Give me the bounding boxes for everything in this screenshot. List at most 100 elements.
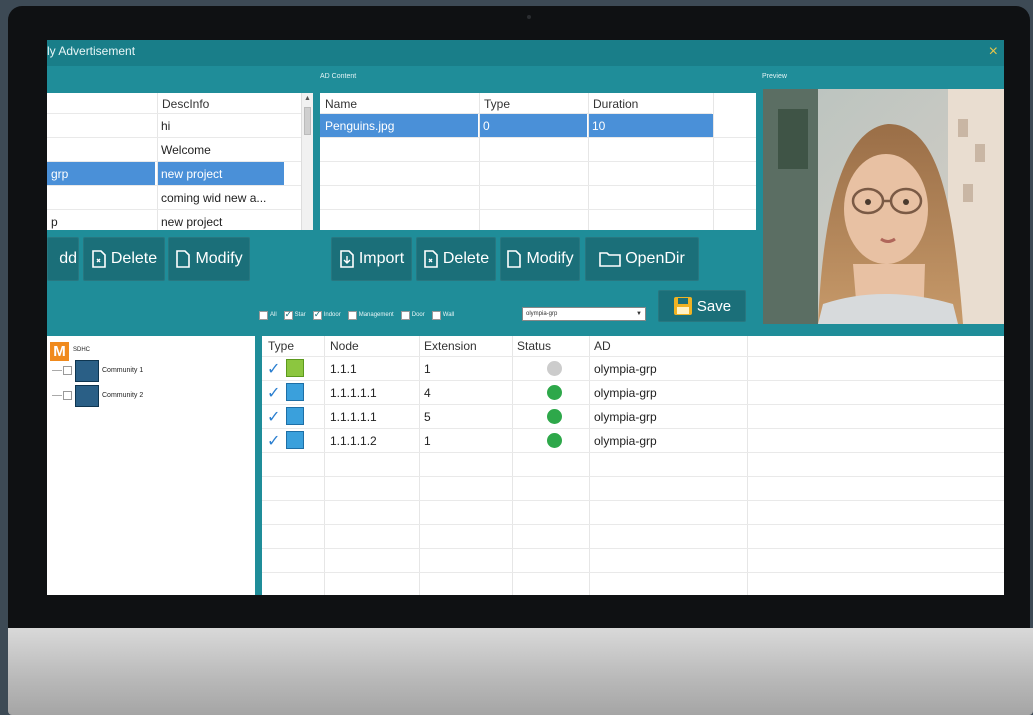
indoor-monitor-icon	[286, 431, 304, 449]
group-select-value: olympia-grp	[526, 311, 558, 317]
filter-door[interactable]: Door	[400, 310, 425, 320]
project-list-scrollbar[interactable]: ▲	[301, 93, 313, 230]
camera-dot	[527, 15, 531, 19]
status-offline-dot	[547, 361, 562, 376]
content-type: 0	[480, 114, 587, 138]
community-icon	[75, 360, 99, 382]
filter-wall-checkbox[interactable]	[431, 310, 441, 320]
delete-project-button[interactable]: Delete	[83, 237, 165, 281]
device-ad: olympia-grp	[594, 386, 657, 400]
project-row[interactable]: coming wid new a...	[47, 185, 301, 209]
extension-column-header: Extension	[424, 339, 477, 353]
tree-community-1-label[interactable]: Community 1	[102, 367, 143, 374]
device-row[interactable]: ✓ 1.1.1.1.1 5 olympia-grp	[262, 404, 1004, 428]
device-filter-bar: All Star Indoor Management Door Wall	[259, 308, 457, 322]
device-row[interactable]: ✓ 1.1.1.1.2 1 olympia-grp	[262, 428, 1004, 452]
project-name	[51, 138, 151, 162]
community-icon	[75, 385, 99, 407]
delete-content-button[interactable]: Delete	[416, 237, 496, 281]
device-node: 1.1.1.1.1	[330, 410, 377, 424]
filter-door-label: Door	[411, 312, 425, 318]
project-desc: new project	[161, 215, 223, 229]
filter-indoor[interactable]: Indoor	[312, 309, 341, 320]
import-button-label: Import	[358, 250, 405, 267]
filter-management-checkbox[interactable]	[347, 310, 357, 320]
monitor-chin	[8, 628, 1033, 715]
dropdown-arrow-icon[interactable]: ▼	[636, 308, 642, 320]
community-1-checkbox[interactable]	[63, 366, 72, 375]
window-title: ly Advertisement	[47, 44, 136, 58]
group-select[interactable]: olympia-grp ▼	[522, 307, 646, 321]
title-bar: ly Advertisement ×	[47, 40, 1004, 66]
checkmark-icon: ✓	[267, 433, 281, 450]
project-desc: new project	[158, 162, 284, 186]
ad-content-row-selected[interactable]: Penguins.jpg 0 10	[320, 113, 713, 138]
opendir-button-label: OpenDir	[625, 250, 685, 267]
modify-project-button[interactable]: Modify	[168, 237, 250, 281]
filter-indoor-checkbox[interactable]	[312, 309, 322, 320]
project-name: p	[51, 215, 58, 229]
device-row[interactable]: ✓ 1.1.1.1.1 4 olympia-grp	[262, 380, 1004, 404]
scroll-thumb[interactable]	[304, 107, 311, 135]
project-list[interactable]: DescInfo hi Welcome grp new project comi…	[47, 93, 313, 230]
project-desc: hi	[161, 119, 171, 133]
add-button-label: dd	[59, 250, 77, 267]
device-extension: 1	[424, 362, 431, 376]
filter-all-label: All	[270, 312, 277, 318]
device-node: 1.1.1	[330, 362, 357, 376]
device-ad: olympia-grp	[594, 410, 657, 424]
filter-wall-label: Wall	[442, 312, 455, 318]
filter-wall[interactable]: Wall	[431, 310, 455, 320]
filter-management[interactable]: Management	[347, 310, 394, 320]
add-button[interactable]: dd	[47, 237, 79, 281]
node-column-header: Node	[330, 339, 359, 353]
filter-star-label: Star	[294, 312, 306, 318]
tree-community-2-label[interactable]: Community 2	[102, 392, 143, 399]
device-tree[interactable]: M SDHC Community 1 Community 2	[47, 336, 255, 595]
descinfo-column-header: DescInfo	[162, 97, 210, 111]
status-online-dot	[547, 409, 562, 424]
modify-content-button[interactable]: Modify	[500, 237, 580, 281]
filter-all[interactable]: All	[259, 310, 277, 320]
ad-content-table[interactable]: Name Type Duration Penguins.jpg 0 10	[320, 93, 756, 230]
type-column-header: Type	[484, 97, 511, 111]
filter-door-checkbox[interactable]	[400, 310, 410, 320]
preview-panel	[763, 89, 1004, 324]
opendir-button[interactable]: OpenDir	[585, 237, 699, 281]
status-online-dot	[547, 433, 562, 448]
filter-indoor-label: Indoor	[323, 312, 341, 318]
delete-doc-icon	[424, 250, 438, 268]
project-name: grp	[47, 162, 155, 186]
ad-content-heading: AD Content	[320, 73, 357, 80]
scroll-up-icon[interactable]: ▲	[302, 93, 313, 105]
door-station-icon	[286, 359, 304, 377]
project-row-selected[interactable]: grp new project	[47, 161, 301, 186]
project-name	[51, 186, 151, 210]
device-empty-row	[262, 500, 1004, 524]
filter-star[interactable]: Star	[283, 309, 306, 320]
project-row[interactable]: p new project	[47, 209, 301, 230]
device-ad: olympia-grp	[594, 362, 657, 376]
preview-photo	[763, 89, 1004, 324]
import-doc-icon	[340, 250, 354, 268]
device-row[interactable]: ✓ 1.1.1 1 olympia-grp	[262, 356, 1004, 380]
tree-root-badge: M	[50, 342, 69, 361]
community-2-checkbox[interactable]	[63, 391, 72, 400]
device-empty-row	[262, 572, 1004, 595]
device-extension: 5	[424, 410, 431, 424]
status-column-header: Status	[517, 339, 552, 353]
import-button[interactable]: Import	[331, 237, 412, 281]
close-icon[interactable]: ×	[989, 43, 998, 61]
ad-content-empty-row	[320, 161, 756, 185]
filter-all-checkbox[interactable]	[259, 310, 268, 320]
device-table[interactable]: Type Node Extension Status AD ✓ 1.1.1 1 …	[262, 336, 1004, 595]
checkmark-icon: ✓	[267, 385, 281, 402]
save-button[interactable]: Save	[658, 290, 746, 322]
tree-root-label[interactable]: SDHC	[73, 347, 90, 353]
save-button-label: Save	[696, 297, 732, 315]
indoor-monitor-icon	[286, 383, 304, 401]
project-row[interactable]: hi	[47, 113, 301, 137]
filter-star-checkbox[interactable]	[283, 309, 293, 320]
project-row[interactable]: Welcome	[47, 137, 301, 161]
ad-content-empty-row	[320, 185, 756, 209]
